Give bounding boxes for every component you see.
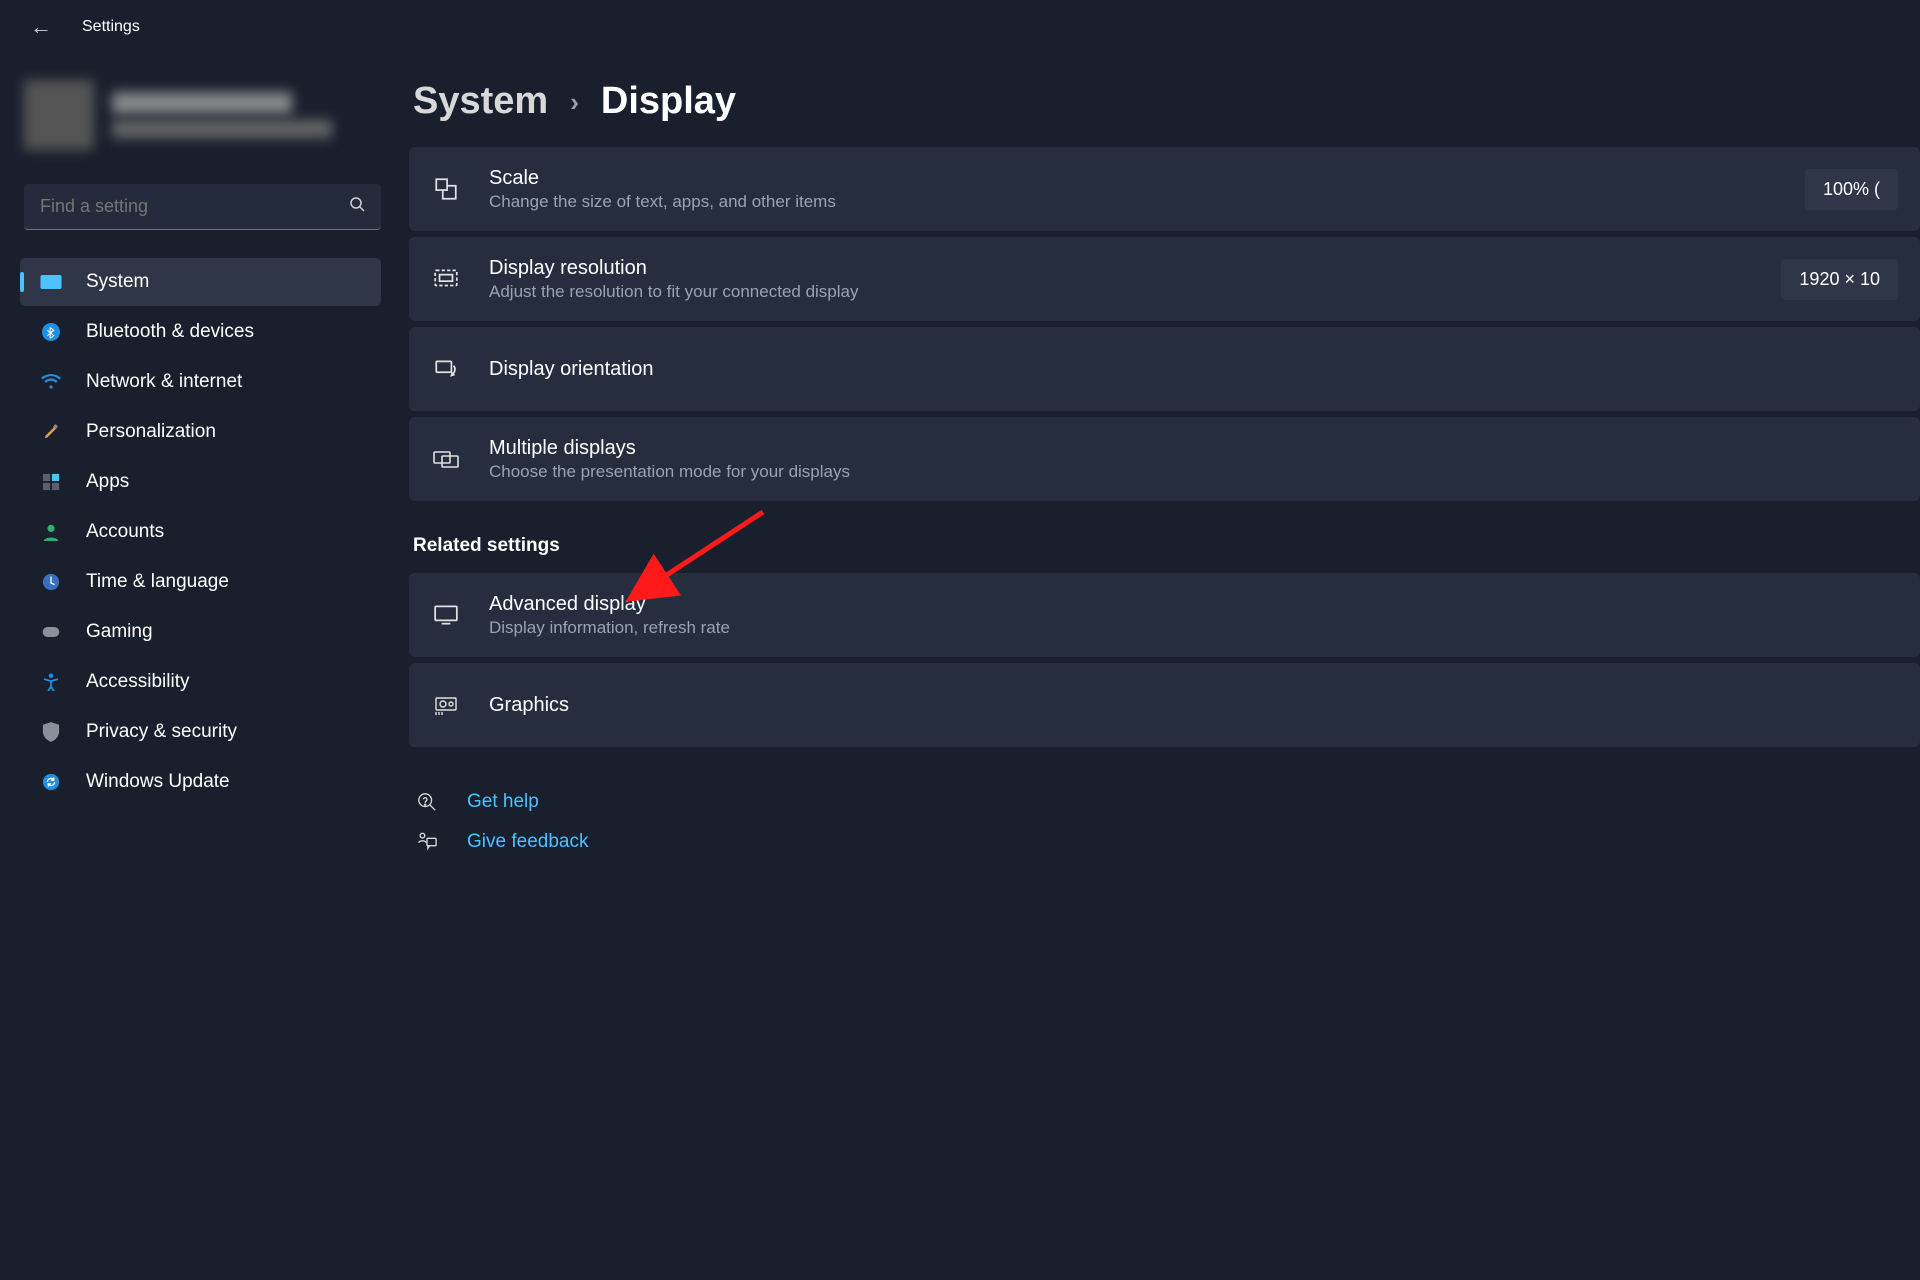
avatar bbox=[24, 80, 94, 150]
card-title: Scale bbox=[489, 167, 1777, 190]
search-field[interactable] bbox=[40, 196, 349, 217]
person-icon bbox=[40, 523, 62, 541]
sidebar-item-accounts[interactable]: Accounts bbox=[20, 508, 381, 556]
sidebar-item-label: System bbox=[86, 271, 149, 293]
card-title: Advanced display bbox=[489, 593, 1898, 616]
sidebar-item-network[interactable]: Network & internet bbox=[20, 358, 381, 406]
breadcrumb-current: Display bbox=[601, 80, 736, 123]
monitor-icon bbox=[431, 602, 461, 628]
card-sub: Choose the presentation mode for your di… bbox=[489, 462, 1898, 482]
orientation-icon bbox=[431, 356, 461, 382]
setting-resolution[interactable]: Display resolution Adjust the resolution… bbox=[409, 237, 1920, 321]
account-name bbox=[112, 92, 292, 114]
sidebar-item-bluetooth[interactable]: Bluetooth & devices bbox=[20, 308, 381, 356]
sidebar-item-privacy[interactable]: Privacy & security bbox=[20, 708, 381, 756]
sidebar-item-label: Gaming bbox=[86, 621, 153, 643]
chevron-right-icon: › bbox=[570, 87, 579, 118]
search-input[interactable] bbox=[24, 184, 381, 230]
sidebar-item-label: Apps bbox=[86, 471, 129, 493]
brush-icon bbox=[40, 423, 62, 441]
update-icon bbox=[40, 773, 62, 791]
card-title: Graphics bbox=[489, 694, 1898, 717]
card-sub: Display information, refresh rate bbox=[489, 618, 1898, 638]
card-sub: Change the size of text, apps, and other… bbox=[489, 192, 1777, 212]
card-sub: Adjust the resolution to fit your connec… bbox=[489, 282, 1753, 302]
account-block[interactable] bbox=[20, 70, 395, 174]
titlebar: ← Settings bbox=[0, 0, 1920, 50]
multiple-displays-icon bbox=[431, 446, 461, 472]
main-content: System › Display Scale Change the size o… bbox=[395, 50, 1920, 1280]
sidebar-item-time[interactable]: Time & language bbox=[20, 558, 381, 606]
back-icon[interactable]: ← bbox=[30, 14, 52, 40]
sidebar-item-label: Personalization bbox=[86, 421, 216, 443]
sidebar-item-accessibility[interactable]: Accessibility bbox=[20, 658, 381, 706]
card-title: Multiple displays bbox=[489, 437, 1898, 460]
breadcrumb-parent[interactable]: System bbox=[413, 80, 548, 123]
get-help-label[interactable]: Get help bbox=[467, 791, 539, 813]
nav-list: System Bluetooth & devices Network & int… bbox=[20, 258, 395, 806]
gpu-icon bbox=[431, 692, 461, 718]
accessibility-icon bbox=[40, 673, 62, 691]
help-icon bbox=[413, 792, 441, 812]
sidebar-item-system[interactable]: System bbox=[20, 258, 381, 306]
setting-multiple-displays[interactable]: Multiple displays Choose the presentatio… bbox=[409, 417, 1920, 501]
shield-icon bbox=[40, 722, 62, 742]
setting-orientation[interactable]: Display orientation bbox=[409, 327, 1920, 411]
gamepad-icon bbox=[40, 625, 62, 639]
sidebar-item-label: Bluetooth & devices bbox=[86, 321, 254, 343]
sidebar-item-label: Accessibility bbox=[86, 671, 189, 693]
sidebar-item-update[interactable]: Windows Update bbox=[20, 758, 381, 806]
setting-graphics[interactable]: Graphics bbox=[409, 663, 1920, 747]
display-icon bbox=[40, 275, 62, 289]
app-title: Settings bbox=[82, 18, 140, 36]
get-help-link[interactable]: Get help bbox=[413, 791, 1920, 813]
sidebar-item-label: Time & language bbox=[86, 571, 229, 593]
sidebar-item-label: Windows Update bbox=[86, 771, 230, 793]
sidebar-item-label: Privacy & security bbox=[86, 721, 237, 743]
account-email bbox=[112, 120, 332, 138]
setting-advanced-display[interactable]: Advanced display Display information, re… bbox=[409, 573, 1920, 657]
card-title: Display resolution bbox=[489, 257, 1753, 280]
sidebar-item-gaming[interactable]: Gaming bbox=[20, 608, 381, 656]
scale-icon bbox=[431, 176, 461, 202]
sidebar-item-personalization[interactable]: Personalization bbox=[20, 408, 381, 456]
card-title: Display orientation bbox=[489, 358, 1898, 381]
scale-value[interactable]: 100% ( bbox=[1805, 169, 1898, 210]
breadcrumb: System › Display bbox=[409, 80, 1920, 123]
give-feedback-label[interactable]: Give feedback bbox=[467, 831, 588, 853]
resolution-icon bbox=[431, 266, 461, 292]
sidebar-item-apps[interactable]: Apps bbox=[20, 458, 381, 506]
clock-icon bbox=[40, 573, 62, 591]
sidebar: System Bluetooth & devices Network & int… bbox=[0, 50, 395, 1280]
setting-scale[interactable]: Scale Change the size of text, apps, and… bbox=[409, 147, 1920, 231]
section-header-related: Related settings bbox=[413, 535, 1920, 557]
apps-icon bbox=[40, 473, 62, 491]
sidebar-item-label: Network & internet bbox=[86, 371, 242, 393]
wifi-icon bbox=[40, 374, 62, 390]
sidebar-item-label: Accounts bbox=[86, 521, 164, 543]
feedback-icon bbox=[413, 832, 441, 852]
search-icon bbox=[349, 196, 365, 217]
resolution-value[interactable]: 1920 × 10 bbox=[1781, 259, 1898, 300]
bluetooth-icon bbox=[40, 323, 62, 341]
give-feedback-link[interactable]: Give feedback bbox=[413, 831, 1920, 853]
